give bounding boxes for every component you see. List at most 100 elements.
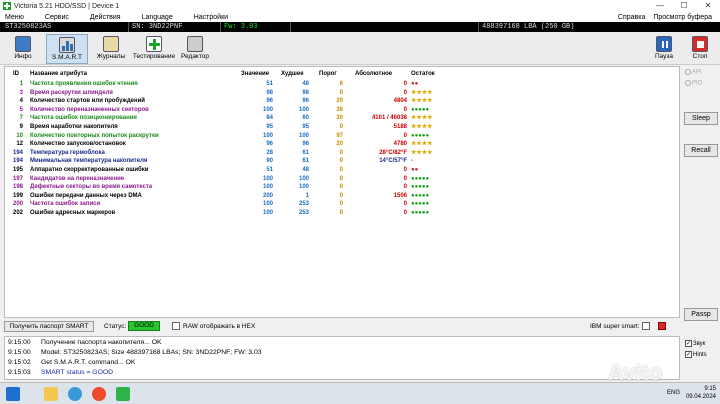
attr-id: 9	[19, 124, 23, 130]
table-row[interactable]: 198 Дефектные секторы во время самотеста 1…	[5, 183, 679, 191]
table-row[interactable]: 5 Количество переназначенных секторов 100 1…	[5, 106, 679, 114]
editor-button[interactable]: Редактор	[174, 34, 216, 64]
table-row[interactable]: 199 Ошибки передачи данных через DMA 200 1 0…	[5, 192, 679, 200]
menu-item-menu[interactable]: Меню	[5, 14, 24, 21]
attr-remark: ●●●●●	[411, 201, 430, 208]
table-row[interactable]: 12 Количество запусков/остановок 96 96 20 478…	[5, 140, 679, 148]
attr-worst: 100	[298, 184, 309, 191]
attr-value: 84	[266, 115, 273, 122]
attr-worst: 60	[302, 115, 309, 122]
ibm-super-smart-checkbox[interactable]	[642, 322, 650, 330]
attr-threshold: 36	[336, 106, 343, 113]
logs-button-label: Журналы	[96, 53, 126, 60]
pause-button[interactable]: Пауза	[646, 34, 682, 64]
sound-checkbox[interactable]: ✓ Звук	[685, 340, 705, 347]
maximize-button[interactable]: ☐	[672, 0, 696, 12]
attr-name: Время наработки накопителя	[30, 124, 118, 130]
attr-remark: ★★★★	[411, 149, 433, 156]
header-id[interactable]: ID	[13, 70, 29, 78]
menu-item-actions[interactable]: Действия	[90, 14, 121, 21]
victoria-app-icon[interactable]	[116, 387, 130, 401]
get-smart-button[interactable]: Получить паспорт SMART	[4, 321, 94, 332]
start-icon[interactable]	[6, 387, 20, 401]
attr-worst: 96	[302, 98, 309, 105]
attr-threshold: 0	[339, 158, 343, 165]
table-row[interactable]: 9 Время наработки накопителя 95 95 0 5188 ★★★★	[5, 123, 679, 131]
table-row[interactable]: 1 Частота проявления ошибок чтения 51 48 6 0 ●…	[5, 80, 679, 88]
menu-item-settings[interactable]: Настройки	[194, 14, 228, 21]
table-row[interactable]: 197 Кандидатов на переназначение 100 100 0 0 ●…	[5, 175, 679, 183]
app-icon	[3, 2, 11, 10]
ibm-super-smart-label: IBM super smart:	[590, 323, 640, 330]
table-row[interactable]: 4 Количество стартов или пробуждений 96 96 2…	[5, 97, 679, 105]
test-button-label: Тестирование	[132, 53, 176, 60]
header-value[interactable]: Значение	[241, 70, 281, 78]
edge-browser-icon[interactable]	[68, 387, 82, 401]
test-button[interactable]: Тестирование	[130, 34, 178, 64]
device-serial: SN: 3ND22PNF	[132, 23, 183, 31]
attr-name: Кандидатов на переназначение	[30, 175, 125, 182]
passp-button[interactable]: Passp	[684, 308, 718, 321]
attr-name: Ошибки передачи данных через DMA	[30, 192, 142, 199]
table-row[interactable]: 202 Ошибки адресных маркеров 100 253 0 0 ●●●●●	[5, 209, 679, 217]
attr-threshold: 97	[336, 132, 343, 139]
attr-value: 100	[262, 132, 273, 139]
language-indicator[interactable]: ENG	[667, 389, 680, 397]
file-explorer-icon[interactable]	[44, 387, 58, 401]
stop-button[interactable]: Стоп	[682, 34, 718, 64]
attr-remark: ●●●●●	[411, 210, 430, 216]
table-row[interactable]: 194 Минимальная температура накопителя 90 6…	[5, 157, 679, 165]
table-row[interactable]: 195 Аппаратно скорректированные ошибки 51 4…	[5, 166, 679, 174]
table-row[interactable]: 194 Температура гермоблока 28 61 0 28°C/82°F ★…	[5, 149, 679, 157]
attr-raw: 0	[403, 184, 407, 191]
table-row[interactable]: 7 Частота ошибок позиционирования 84 60 30 41…	[5, 114, 679, 122]
attr-value: 200	[262, 192, 273, 199]
attr-id: 195	[12, 167, 23, 173]
logs-button[interactable]: Журналы	[90, 34, 132, 64]
header-remark[interactable]: Остаток	[411, 70, 435, 78]
menu-item-buffer-viewer[interactable]: Просмотр буфера	[653, 14, 712, 21]
side-panel: API PIO Sleep Recall Passp	[682, 66, 720, 321]
raw-hex-checkbox[interactable]	[172, 322, 180, 330]
clock-date: 09.04.2024	[685, 394, 716, 400]
attr-name: Время раскрутки шпинделя	[30, 89, 113, 96]
attr-id: 194	[12, 158, 23, 165]
attr-value: 100	[262, 201, 273, 208]
attr-threshold: 20	[336, 141, 343, 148]
attr-threshold: 0	[339, 201, 343, 208]
table-row[interactable]: 200 Частота ошибок записи 100 253 0 0 ●●●●●	[5, 200, 679, 208]
attr-worst: 1	[305, 192, 309, 199]
header-raw[interactable]: Абсолютное	[355, 70, 415, 78]
hints-checkbox[interactable]: ✓ Hints	[685, 351, 707, 358]
editor-button-label: Редактор	[181, 53, 209, 60]
attr-worst: 61	[302, 149, 309, 156]
smart-attributes-table: ID Название атрибута Значение Худшее Пор…	[4, 66, 680, 318]
menu-item-language[interactable]: Language	[142, 14, 173, 21]
recall-button[interactable]: Recall	[684, 144, 718, 157]
info-button[interactable]: Инфо	[2, 34, 44, 64]
attr-raw: 1506	[393, 192, 407, 199]
attr-raw: 0	[403, 175, 407, 182]
menu-item-service[interactable]: Сервис	[45, 14, 69, 21]
attr-remark: ★★★★	[411, 89, 433, 96]
header-name[interactable]: Название атрибута	[30, 70, 87, 78]
attr-raw: 4780	[393, 141, 407, 148]
attr-threshold: 0	[339, 184, 343, 191]
minimize-button[interactable]: —	[648, 0, 672, 12]
header-threshold[interactable]: Порог	[319, 70, 349, 78]
attr-raw: 28°C/82°F	[379, 149, 407, 156]
pio-radio[interactable]: PIO	[685, 80, 702, 87]
table-row[interactable]: 10 Количество повторных попыток раскрутки…	[5, 132, 679, 140]
header-worst[interactable]: Худшее	[281, 70, 313, 78]
close-button[interactable]: ✕	[696, 0, 720, 12]
chrome-browser-icon[interactable]	[92, 387, 106, 401]
api-radio[interactable]: API	[685, 69, 702, 76]
table-row[interactable]: 3 Время раскрутки шпинделя 98 98 0 0 ★★★★	[5, 89, 679, 97]
attr-name: Частота ошибок позиционирования	[30, 115, 137, 122]
attr-name: Количество повторных попыток раскрутки	[30, 132, 159, 139]
menu-item-help[interactable]: Справка	[618, 14, 645, 21]
attr-remark: ★★★★	[411, 141, 433, 148]
smart-button-label: S.M.A.R.T	[52, 54, 82, 61]
sleep-button[interactable]: Sleep	[684, 112, 718, 125]
smart-tab-button[interactable]: S.M.A.R.T	[46, 34, 88, 64]
